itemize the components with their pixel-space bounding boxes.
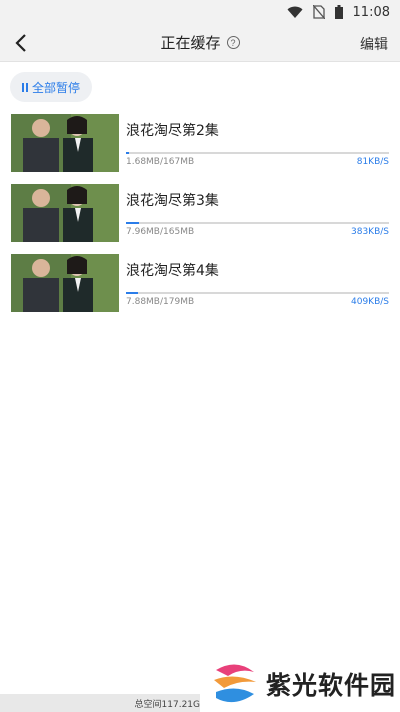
episode-title: 浪花淘尽第4集 bbox=[126, 263, 219, 279]
storage-footer: 总空间117.21G bbox=[0, 694, 200, 712]
download-speed: 81KB/S bbox=[356, 157, 389, 167]
download-size: 1.68MB/167MB bbox=[126, 157, 195, 167]
page-title: 正在缓存 bbox=[160, 34, 221, 52]
download-list: 浪花淘尽第2集 1.68MB/167MB 81KB/S 浪花淘尽第3集 7.96… bbox=[11, 114, 389, 324]
download-item[interactable]: 浪花淘尽第4集 7.88MB/179MB 409KB/S bbox=[11, 254, 389, 324]
no-sim-icon bbox=[312, 5, 325, 19]
watermark: 紫光软件园 bbox=[210, 662, 396, 706]
download-speed: 409KB/S bbox=[351, 297, 389, 307]
progress-bar bbox=[126, 292, 389, 294]
wifi-icon bbox=[287, 6, 303, 18]
app-bar: 正在缓存 ? 编辑 bbox=[0, 24, 400, 62]
question-circle-icon[interactable]: ? bbox=[226, 36, 240, 49]
download-size: 7.96MB/165MB bbox=[126, 227, 195, 237]
back-arrow-icon bbox=[15, 34, 26, 52]
progress-bar bbox=[126, 222, 389, 224]
pause-all-button[interactable]: 全部暂停 bbox=[10, 72, 93, 102]
download-size: 7.88MB/179MB bbox=[126, 297, 195, 307]
status-time: 11:08 bbox=[352, 4, 390, 20]
battery-icon bbox=[334, 5, 343, 19]
download-speed: 383KB/S bbox=[351, 227, 389, 237]
status-bar: 11:08 bbox=[0, 0, 400, 24]
pause-all-label: 全部暂停 bbox=[32, 80, 81, 95]
download-item[interactable]: 浪花淘尽第2集 1.68MB/167MB 81KB/S bbox=[11, 114, 389, 184]
episode-title: 浪花淘尽第2集 bbox=[126, 123, 219, 139]
watermark-text: 紫光软件园 bbox=[265, 671, 396, 700]
episode-thumbnail bbox=[11, 184, 119, 242]
watermark-logo-icon bbox=[213, 664, 256, 703]
edit-button[interactable]: 编辑 bbox=[360, 34, 388, 54]
pause-icon bbox=[22, 82, 28, 92]
episode-title: 浪花淘尽第3集 bbox=[126, 193, 219, 209]
storage-text: 总空间117.21G bbox=[134, 699, 200, 710]
episode-thumbnail bbox=[11, 254, 119, 312]
download-item[interactable]: 浪花淘尽第3集 7.96MB/165MB 383KB/S bbox=[11, 184, 389, 254]
progress-bar bbox=[126, 152, 389, 154]
episode-thumbnail bbox=[11, 114, 119, 172]
back-button[interactable] bbox=[8, 30, 34, 56]
